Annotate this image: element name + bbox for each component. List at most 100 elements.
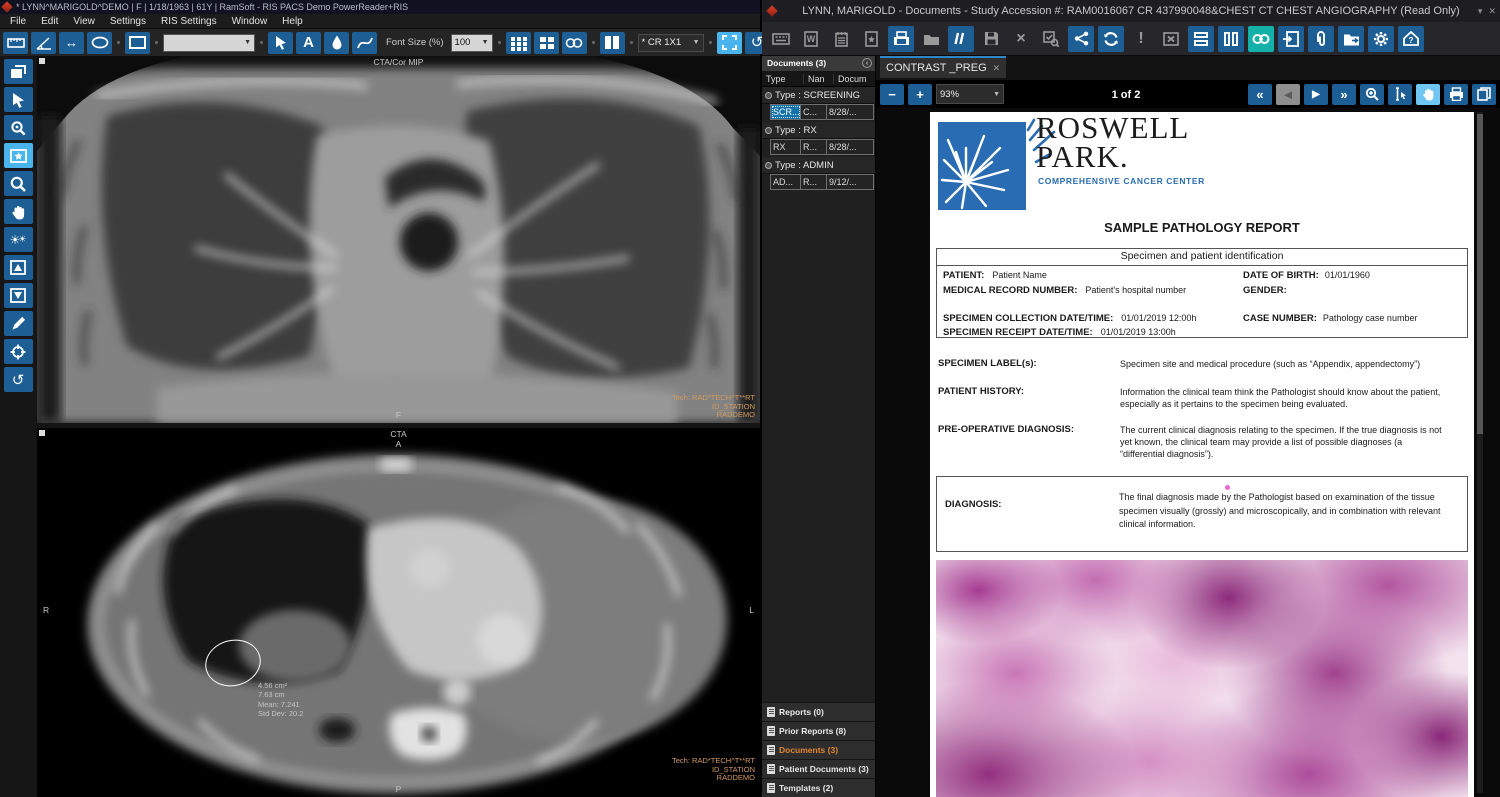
menu-ris-settings[interactable]: RIS Settings	[161, 16, 217, 27]
film-remove-icon[interactable]	[1158, 26, 1184, 52]
pdf-toolbar: − + 93%▼ 1 of 2 « ◄ ▶ »	[876, 80, 1500, 108]
pan-hand-icon[interactable]	[1416, 84, 1440, 105]
brightness-contrast-icon[interactable]: ☀☀	[4, 227, 33, 252]
text-select-icon[interactable]	[1388, 84, 1412, 105]
pan-hand-icon[interactable]	[4, 199, 33, 224]
alert-icon[interactable]: !	[1128, 26, 1154, 52]
column-type[interactable]: Type	[762, 74, 804, 84]
document-row-admin[interactable]: AD... R... 9/12/...	[770, 174, 874, 190]
document-tabbar: CONTRAST _PREG ✕	[876, 56, 1500, 80]
series-stack-icon[interactable]	[4, 59, 33, 84]
menu-edit[interactable]: Edit	[41, 16, 58, 27]
annotation-preset-select[interactable]: ▼	[163, 34, 255, 52]
menu-settings[interactable]: Settings	[110, 16, 146, 27]
notepad-icon[interactable]	[828, 26, 854, 52]
document-row-rx[interactable]: RX R... 8/28/...	[770, 139, 874, 155]
document-row-screening[interactable]: SCR... C... 8/28/...	[770, 104, 874, 120]
column-document-date[interactable]: Docum	[834, 74, 875, 84]
spline-curve-icon[interactable]	[352, 32, 377, 54]
last-page-icon[interactable]: »	[1332, 84, 1356, 105]
magnify-icon[interactable]	[4, 171, 33, 196]
zoom-out-icon[interactable]: −	[880, 84, 904, 105]
panel-prior-reports[interactable]: Prior Reports (8)	[762, 721, 875, 740]
scan-import-icon[interactable]	[888, 26, 914, 52]
save-icon[interactable]	[978, 26, 1004, 52]
fit-fullscreen-icon[interactable]	[717, 32, 742, 54]
word-document-icon[interactable]: W	[798, 26, 824, 52]
share-icon[interactable]	[1068, 26, 1094, 52]
scroll-up-icon[interactable]	[4, 255, 33, 280]
scrollbar-thumb[interactable]	[1477, 114, 1483, 434]
text-annotation-icon[interactable]: A	[296, 32, 321, 54]
rectangle-roi-icon[interactable]	[125, 32, 150, 54]
distance-arrows-icon[interactable]: ↔	[59, 32, 84, 54]
zoom-magnifier-icon[interactable]	[1360, 84, 1384, 105]
home-help-icon[interactable]: ?	[1398, 26, 1424, 52]
window-level-icon[interactable]	[4, 143, 33, 168]
angle-icon[interactable]	[31, 32, 56, 54]
column-name[interactable]: Nan	[804, 74, 834, 84]
delete-x-icon[interactable]: ×	[1008, 26, 1034, 52]
pen-annotate-icon[interactable]	[4, 311, 33, 336]
document-new-icon[interactable]	[858, 26, 884, 52]
preview-verify-icon[interactable]	[1038, 26, 1064, 52]
zoom-level-select[interactable]: 93%▼	[936, 84, 1004, 104]
pdf-page-area[interactable]: ROSWELL PARK. COMPREHENSIVE CANCER CENTE…	[876, 108, 1500, 797]
collapse-panel-icon[interactable]: ‹	[862, 58, 872, 68]
print-icon[interactable]	[1444, 84, 1468, 105]
link-series-icon[interactable]	[562, 32, 587, 54]
paperclip-attach-icon[interactable]	[1308, 26, 1334, 52]
menu-window[interactable]: Window	[232, 16, 268, 27]
pin-icon[interactable]: ▾	[1478, 0, 1483, 22]
menu-view[interactable]: View	[73, 16, 95, 27]
dictation-quotes-icon[interactable]	[948, 26, 974, 52]
zoom-settings-icon[interactable]	[4, 115, 33, 140]
group-screening[interactable]: Type : SCREENING	[762, 87, 875, 104]
tab-contrast-preg[interactable]: CONTRAST _PREG ✕	[880, 56, 1006, 78]
tab-close-icon[interactable]: ✕	[993, 63, 1001, 74]
previous-page-icon[interactable]: ◄	[1276, 84, 1300, 105]
panel-patient-documents[interactable]: Patient Documents (3)	[762, 759, 875, 778]
toolbar-separator	[592, 41, 595, 44]
first-page-icon[interactable]: «	[1248, 84, 1272, 105]
ellipse-roi-icon[interactable]	[87, 32, 112, 54]
keyboard-edit-icon[interactable]	[768, 26, 794, 52]
panel-documents[interactable]: Documents (3)	[762, 740, 875, 759]
panel-reports[interactable]: Reports (0)	[762, 702, 875, 721]
documents-panel-header: Documents (3) ‹	[762, 56, 875, 71]
layout-grid-2x2-icon[interactable]	[534, 32, 559, 54]
menu-help[interactable]: Help	[282, 16, 303, 27]
scroll-down-icon[interactable]	[4, 283, 33, 308]
font-size-select[interactable]: 100▼	[451, 34, 493, 52]
marker-drop-icon[interactable]	[324, 32, 349, 54]
ruler-icon[interactable]	[3, 32, 28, 54]
annotation-pointer-icon[interactable]	[268, 32, 293, 54]
layout-grid-multi-icon[interactable]	[506, 32, 531, 54]
group-admin[interactable]: Type : ADMIN	[762, 157, 875, 174]
group-rx[interactable]: Type : RX	[762, 122, 875, 139]
split-vertical-icon[interactable]	[1218, 26, 1244, 52]
menu-file[interactable]: File	[10, 16, 26, 27]
pdf-scrollbar[interactable]	[1477, 112, 1483, 793]
settings-gear-icon[interactable]	[1368, 26, 1394, 52]
zoom-in-icon[interactable]: +	[908, 84, 932, 105]
reset-undo-icon[interactable]: ↺	[4, 367, 33, 392]
copy-pages-icon[interactable]	[1472, 84, 1496, 105]
folder-open-icon[interactable]	[918, 26, 944, 52]
compare-pages-icon[interactable]	[600, 32, 625, 54]
viewport-coronal-cta[interactable]: CTA/Cor MIP F Tech: RAD*TECH^T**RTID_STA…	[37, 56, 760, 423]
localizer-target-icon[interactable]	[4, 339, 33, 364]
left-titlebar: * LYNN^MARIGOLD^DEMO | F | 1/18/1963 | 6…	[0, 0, 760, 14]
panel-templates[interactable]: Templates (2)	[762, 778, 875, 797]
document-import-icon[interactable]	[1278, 26, 1304, 52]
app-root: * LYNN^MARIGOLD^DEMO | F | 1/18/1963 | 6…	[0, 0, 1500, 797]
sync-refresh-icon[interactable]	[1098, 26, 1124, 52]
hanging-protocol-select[interactable]: * CR 1X1▼	[638, 34, 704, 52]
next-page-icon[interactable]: ▶	[1304, 84, 1328, 105]
close-icon[interactable]: ✕	[1488, 0, 1496, 22]
split-horizontal-icon[interactable]	[1188, 26, 1214, 52]
viewport-axial-ct[interactable]: CTA A R L P 4.56 cm² 7.63 cm Mean: 7.241…	[37, 428, 760, 797]
pointer-icon[interactable]	[4, 87, 33, 112]
folder-send-icon[interactable]	[1338, 26, 1364, 52]
link-documents-icon[interactable]	[1248, 26, 1274, 52]
